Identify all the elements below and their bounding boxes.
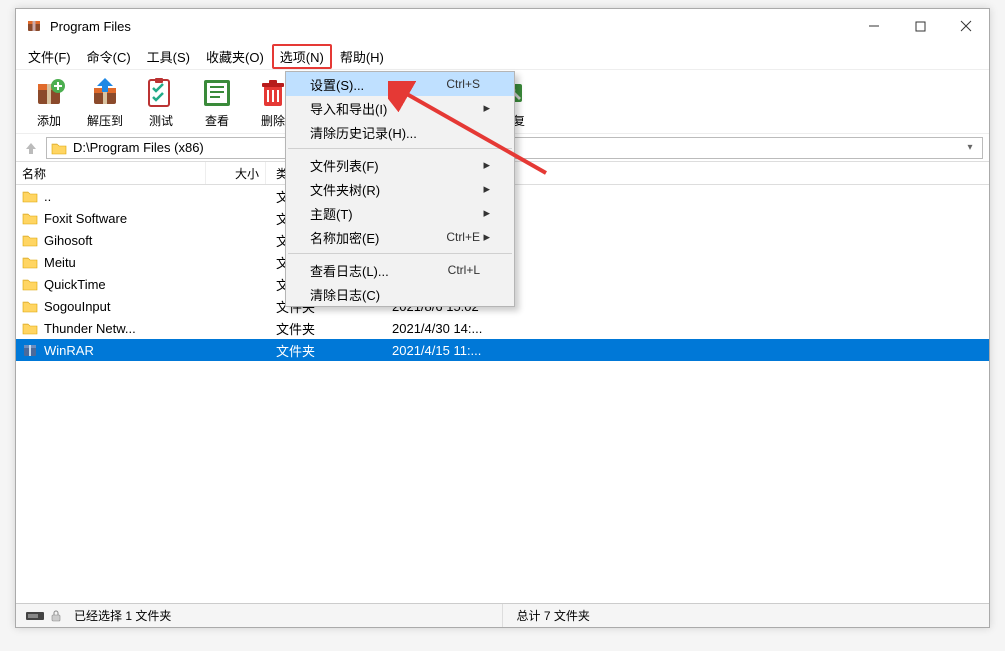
file-name: QuickTime (44, 277, 106, 292)
file-name: Meitu (44, 255, 76, 270)
submenu-arrow-icon: ▸ (480, 157, 490, 173)
dropdown-separator (288, 253, 512, 254)
file-type: 文件夹 (266, 341, 386, 360)
folder-icon (22, 299, 38, 313)
options-dropdown: 设置(S)...Ctrl+S导入和导出(I)▸清除历史记录(H)...文件列表(… (285, 71, 515, 307)
toolbar-view-button[interactable]: 查看 (190, 71, 244, 133)
folder-icon (22, 277, 38, 291)
status-left: 已经选择 1 文件夹 (16, 604, 503, 627)
dropdown-item-label: 文件夹树(R) (310, 180, 480, 199)
app-icon (26, 18, 42, 34)
status-right-text: 总计 7 文件夹 (517, 607, 590, 624)
test-icon (142, 74, 180, 112)
file-date: 2021/4/30 14:... (386, 321, 526, 336)
file-name: SogouInput (44, 299, 111, 314)
menu-h[interactable]: 帮助(H) (332, 44, 392, 69)
dropdown-item-label: 查看日志(L)... (310, 261, 448, 280)
toolbar-delete-label: 删除 (261, 112, 285, 129)
dropdown-item[interactable]: 名称加密(E)Ctrl+E▸ (286, 225, 514, 249)
folder-icon (51, 141, 67, 155)
titlebar: Program Files (16, 9, 989, 43)
file-name: Foxit Software (44, 211, 127, 226)
menu-o[interactable]: 收藏夹(O) (198, 44, 272, 69)
status-lock-icon (50, 610, 68, 622)
submenu-arrow-icon: ▸ (480, 181, 490, 197)
dropdown-item-label: 导入和导出(I) (310, 99, 480, 118)
folder-icon (22, 321, 38, 335)
dropdown-item-shortcut: Ctrl+S (446, 77, 480, 91)
toolbar-test-button[interactable]: 测试 (134, 71, 188, 133)
menubar: 文件(F)命令(C)工具(S)收藏夹(O)选项(N)帮助(H) (16, 43, 989, 69)
status-left-text: 已经选择 1 文件夹 (74, 607, 171, 624)
folder-icon (22, 233, 38, 247)
dropdown-item[interactable]: 清除历史记录(H)... (286, 120, 514, 144)
dropdown-separator (288, 148, 512, 149)
file-type: 文件夹 (266, 319, 386, 338)
dropdown-item[interactable]: 查看日志(L)...Ctrl+L (286, 258, 514, 282)
folder-icon (22, 211, 38, 225)
minimize-button[interactable] (851, 9, 897, 43)
dropdown-item[interactable]: 主题(T)▸ (286, 201, 514, 225)
view-icon (198, 74, 236, 112)
dropdown-item-label: 清除日志(C) (310, 285, 480, 304)
window-title: Program Files (50, 19, 131, 34)
submenu-arrow-icon: ▸ (480, 229, 490, 245)
col-header-size[interactable]: 大小 (206, 162, 266, 184)
file-row[interactable]: Thunder Netw... 文件夹2021/4/30 14:... (16, 317, 989, 339)
status-right: 总计 7 文件夹 (503, 604, 990, 627)
toolbar-add-button[interactable]: 添加 (22, 71, 76, 133)
folder-icon (22, 255, 38, 269)
dropdown-item-label: 设置(S)... (310, 75, 446, 94)
dropdown-item-label: 文件列表(F) (310, 156, 480, 175)
dropdown-item-shortcut: Ctrl+E (446, 230, 480, 244)
dropdown-item[interactable]: 文件夹树(R)▸ (286, 177, 514, 201)
toolbar-test-label: 测试 (149, 112, 173, 129)
file-name: WinRAR (44, 343, 94, 358)
dropdown-item-label: 清除历史记录(H)... (310, 123, 480, 142)
statusbar: 已经选择 1 文件夹 总计 7 文件夹 (16, 603, 989, 627)
address-dropdown-icon[interactable]: ▾ (962, 142, 978, 153)
dropdown-item[interactable]: 导入和导出(I)▸ (286, 96, 514, 120)
add-icon (30, 74, 68, 112)
file-name: Thunder Netw... (44, 321, 136, 336)
toolbar-extract-label: 解压到 (87, 112, 123, 129)
toolbar-view-label: 查看 (205, 112, 229, 129)
dropdown-item-label: 名称加密(E) (310, 228, 446, 247)
address-up-icon[interactable] (22, 139, 40, 157)
menu-f[interactable]: 文件(F) (20, 44, 79, 69)
menu-n[interactable]: 选项(N) (272, 44, 332, 69)
dropdown-item-label: 主题(T) (310, 204, 480, 223)
dropdown-item[interactable]: 清除日志(C) (286, 282, 514, 306)
folder-icon (22, 189, 38, 203)
close-button[interactable] (943, 9, 989, 43)
archive-icon (22, 343, 38, 357)
winrar-window: Program Files 文件(F)命令(C)工具(S)收藏夹(O)选项(N)… (15, 8, 990, 628)
toolbar-add-label: 添加 (37, 112, 61, 129)
file-date: 2021/4/15 11:... (386, 343, 526, 358)
menu-c[interactable]: 命令(C) (79, 44, 139, 69)
dropdown-item[interactable]: 文件列表(F)▸ (286, 153, 514, 177)
extract-icon (86, 74, 124, 112)
dropdown-item-shortcut: Ctrl+L (448, 263, 480, 277)
dropdown-item[interactable]: 设置(S)...Ctrl+S (286, 72, 514, 96)
maximize-button[interactable] (897, 9, 943, 43)
file-name: .. (44, 189, 51, 204)
submenu-arrow-icon: ▸ (480, 100, 490, 116)
file-row[interactable]: WinRAR 文件夹2021/4/15 11:... (16, 339, 989, 361)
status-drive-icon (26, 610, 44, 622)
toolbar-extract-button[interactable]: 解压到 (78, 71, 132, 133)
file-name: Gihosoft (44, 233, 92, 248)
col-header-name[interactable]: 名称 (16, 162, 206, 184)
submenu-arrow-icon: ▸ (480, 205, 490, 221)
menu-s[interactable]: 工具(S) (139, 44, 198, 69)
